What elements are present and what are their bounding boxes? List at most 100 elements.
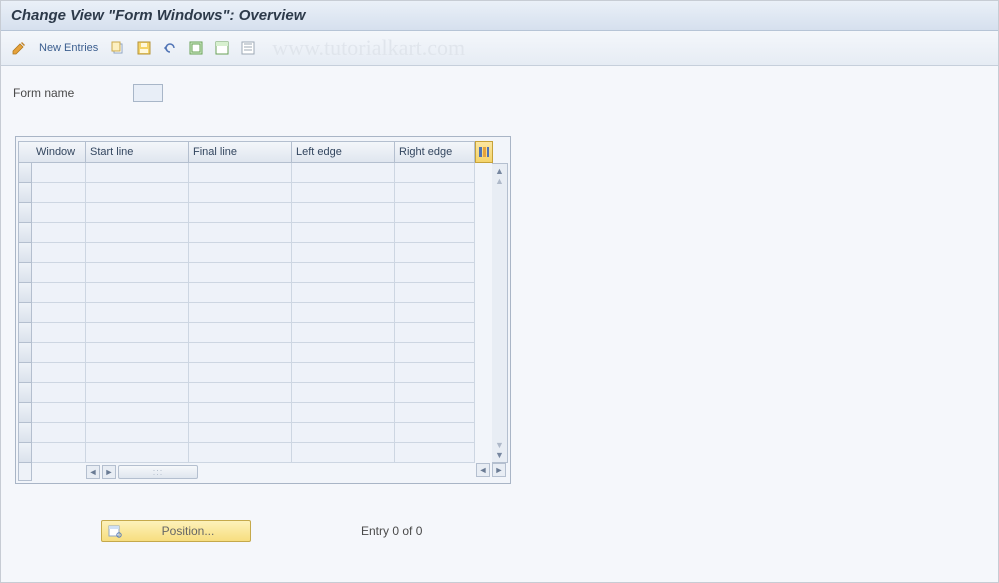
- row-selector[interactable]: [18, 163, 32, 183]
- table-row[interactable]: [18, 263, 492, 283]
- table-cell[interactable]: [395, 343, 475, 363]
- table-cell[interactable]: [395, 423, 475, 443]
- table-config-icon[interactable]: [475, 141, 493, 163]
- table-cell[interactable]: [189, 383, 292, 403]
- table-cell[interactable]: [292, 183, 395, 203]
- table-cell[interactable]: [86, 283, 189, 303]
- row-selector-header[interactable]: [18, 141, 32, 163]
- position-button[interactable]: Position...: [101, 520, 251, 542]
- table-cell[interactable]: [292, 223, 395, 243]
- table-cell[interactable]: [189, 183, 292, 203]
- table-cell[interactable]: [292, 263, 395, 283]
- table-cell[interactable]: [86, 163, 189, 183]
- table-cell[interactable]: [395, 303, 475, 323]
- table-cell[interactable]: [189, 423, 292, 443]
- new-entries-button[interactable]: New Entries: [35, 40, 102, 56]
- col-header-rightedge[interactable]: Right edge: [395, 141, 475, 163]
- row-selector[interactable]: [18, 443, 32, 463]
- col-header-window[interactable]: Window: [32, 141, 86, 163]
- table-row[interactable]: [18, 303, 492, 323]
- col-header-finalline[interactable]: Final line: [189, 141, 292, 163]
- table-row[interactable]: [18, 323, 492, 343]
- table-cell[interactable]: [292, 443, 395, 463]
- table-cell[interactable]: [395, 323, 475, 343]
- table-cell[interactable]: [395, 363, 475, 383]
- table-cell[interactable]: [32, 263, 86, 283]
- table-cell[interactable]: [395, 283, 475, 303]
- table-row[interactable]: [18, 223, 492, 243]
- table-cell[interactable]: [292, 243, 395, 263]
- table-row[interactable]: [18, 243, 492, 263]
- table-cell[interactable]: [32, 163, 86, 183]
- select-all-icon[interactable]: [186, 38, 206, 58]
- table-cell[interactable]: [86, 223, 189, 243]
- table-cell[interactable]: [189, 163, 292, 183]
- table-cell[interactable]: [32, 283, 86, 303]
- table-row[interactable]: [18, 383, 492, 403]
- row-selector[interactable]: [18, 423, 32, 443]
- row-selector[interactable]: [18, 383, 32, 403]
- table-cell[interactable]: [292, 323, 395, 343]
- table-cell[interactable]: [32, 443, 86, 463]
- table-cell[interactable]: [395, 383, 475, 403]
- table-cell[interactable]: [189, 363, 292, 383]
- table-cell[interactable]: [32, 203, 86, 223]
- table-cell[interactable]: [189, 443, 292, 463]
- table-cell[interactable]: [189, 203, 292, 223]
- table-cell[interactable]: [32, 243, 86, 263]
- table-row[interactable]: [18, 343, 492, 363]
- table-cell[interactable]: [32, 223, 86, 243]
- select-block-icon[interactable]: [212, 38, 232, 58]
- table-cell[interactable]: [292, 163, 395, 183]
- table-row[interactable]: [18, 363, 492, 383]
- copy-icon[interactable]: [108, 38, 128, 58]
- table-cell[interactable]: [32, 343, 86, 363]
- row-selector[interactable]: [18, 263, 32, 283]
- table-cell[interactable]: [395, 443, 475, 463]
- row-selector[interactable]: [18, 363, 32, 383]
- table-cell[interactable]: [32, 303, 86, 323]
- table-cell[interactable]: [292, 383, 395, 403]
- table-cell[interactable]: [86, 383, 189, 403]
- scroll-right-step-icon[interactable]: ►: [102, 465, 116, 479]
- table-cell[interactable]: [189, 223, 292, 243]
- table-cell[interactable]: [189, 403, 292, 423]
- scroll-left-icon[interactable]: ◄: [86, 465, 100, 479]
- hscroll-thumb[interactable]: :::: [118, 465, 198, 479]
- row-selector[interactable]: [18, 183, 32, 203]
- table-cell[interactable]: [86, 263, 189, 283]
- row-selector[interactable]: [18, 203, 32, 223]
- table-cell[interactable]: [86, 203, 189, 223]
- table-cell[interactable]: [86, 363, 189, 383]
- row-selector[interactable]: [18, 243, 32, 263]
- table-row[interactable]: [18, 423, 492, 443]
- col-header-leftedge[interactable]: Left edge: [292, 141, 395, 163]
- table-cell[interactable]: [189, 243, 292, 263]
- table-cell[interactable]: [189, 343, 292, 363]
- row-selector[interactable]: [18, 343, 32, 363]
- table-cell[interactable]: [292, 303, 395, 323]
- row-selector[interactable]: [18, 323, 32, 343]
- table-cell[interactable]: [395, 263, 475, 283]
- scroll-right-end-icon[interactable]: ►: [492, 463, 506, 477]
- col-header-startline[interactable]: Start line: [86, 141, 189, 163]
- save-icon[interactable]: [134, 38, 154, 58]
- table-cell[interactable]: [395, 163, 475, 183]
- table-cell[interactable]: [292, 203, 395, 223]
- undo-icon[interactable]: [160, 38, 180, 58]
- table-row[interactable]: [18, 283, 492, 303]
- table-cell[interactable]: [395, 403, 475, 423]
- table-row[interactable]: [18, 443, 492, 463]
- vertical-scrollbar[interactable]: ▲ ▲ ▼ ▼: [492, 163, 508, 463]
- table-cell[interactable]: [292, 343, 395, 363]
- table-cell[interactable]: [395, 203, 475, 223]
- table-cell[interactable]: [32, 363, 86, 383]
- row-selector[interactable]: [18, 303, 32, 323]
- table-cell[interactable]: [292, 363, 395, 383]
- scroll-up-small-icon[interactable]: ▲: [495, 176, 504, 186]
- table-cell[interactable]: [189, 283, 292, 303]
- table-cell[interactable]: [292, 423, 395, 443]
- table-row[interactable]: [18, 203, 492, 223]
- table-cell[interactable]: [86, 183, 189, 203]
- scroll-up-icon[interactable]: ▲: [495, 166, 504, 176]
